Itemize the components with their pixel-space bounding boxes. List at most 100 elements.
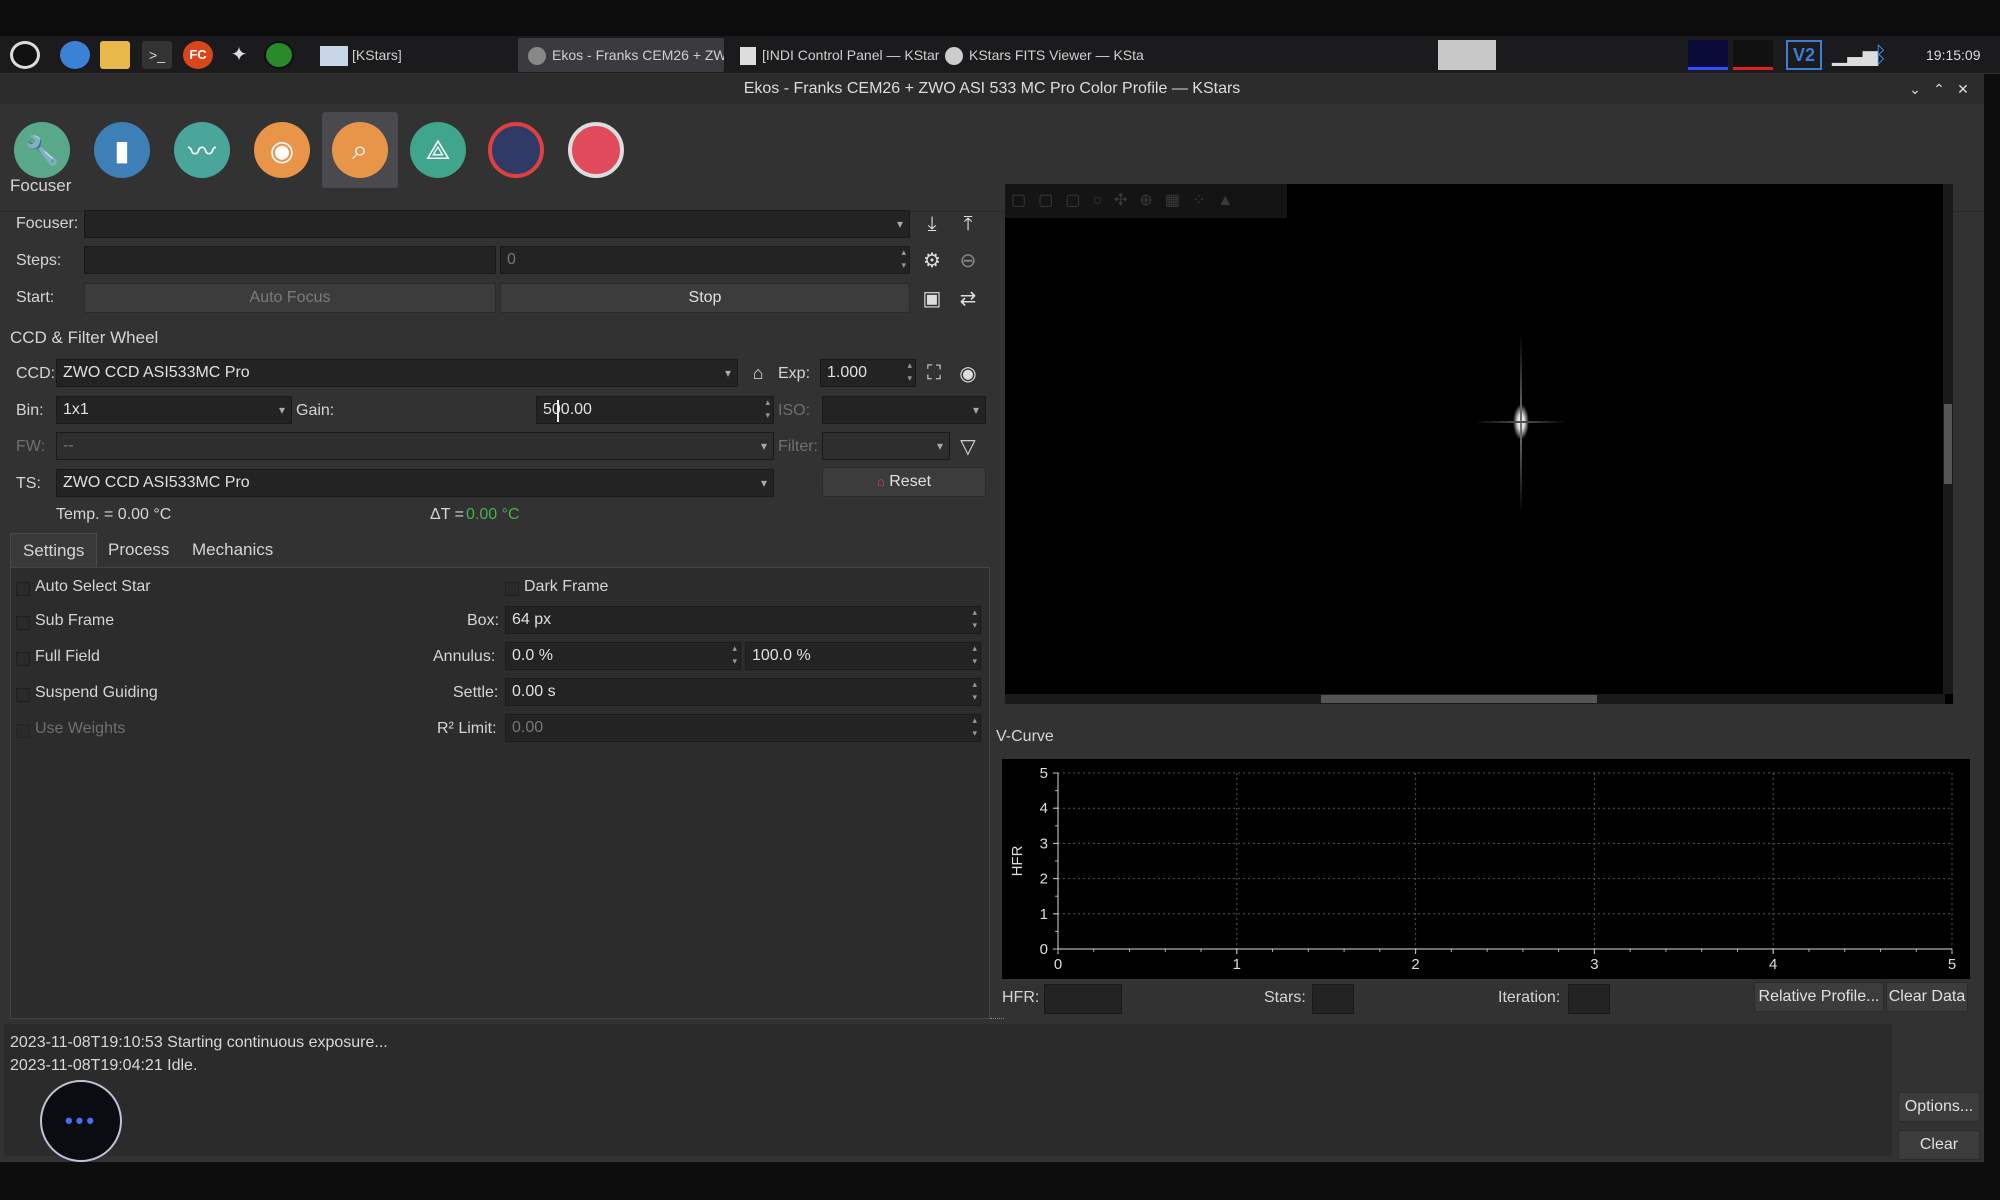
stop-circle-icon[interactable]: ⊖ [952,244,984,276]
use-weights-checkbox[interactable] [16,724,30,738]
focus-in-icon[interactable]: ⤓ [916,208,948,240]
iso-label: ISO: [778,402,811,419]
ts-label: TS: [16,475,41,492]
clock: 19:15:09 [1926,47,1981,63]
vcurve-plot: 0 1 2 3 4 5 0 1 2 3 4 5 HFR [1009,765,1956,973]
wrench-icon: 🔧 [14,122,70,178]
temp-source-combo[interactable]: ZWO CCD ASI533MC Pro [56,469,774,497]
settle-input[interactable]: 0.00 s [505,678,981,706]
module-align[interactable] [478,112,554,188]
annulus-min-input[interactable]: 0.0 % [505,642,741,670]
options-button[interactable]: Options... [1898,1092,1980,1122]
clear-data-button[interactable]: Clear Data [1886,982,1968,1012]
iteration-label: Iteration: [1498,989,1561,1006]
module-focus[interactable]: ⌕ [322,112,398,188]
module-analyze[interactable]: 〰 [164,112,240,188]
ccd-combo[interactable]: ZWO CCD ASI533MC Pro [56,359,738,387]
dark-frame-checkbox[interactable] [505,582,519,596]
full-field-checkbox[interactable] [16,652,30,666]
scrollbar-thumb[interactable] [1944,404,1952,484]
exposure-input[interactable]: 1.000 [820,359,916,387]
gear-icon[interactable]: ⚙ [916,244,948,276]
reset-icon: ⌂ [876,474,885,489]
magnifier-icon: ⌕ [332,122,388,178]
gain-input[interactable]: 500.00 [536,396,774,424]
desktop-pager[interactable] [1438,40,1496,70]
scrollbar-thumb[interactable] [1321,695,1597,703]
steps-input[interactable]: 0 [500,246,910,274]
filter-label: Filter: [778,438,818,455]
y-axis-label: HFR [1009,845,1026,876]
telescope-icon: ⟁ [410,122,466,178]
cpu-monitor [1688,40,1728,70]
steps-slider-field[interactable] [84,246,496,274]
module-scheduler[interactable]: ▮ [84,112,160,188]
phd2-icon[interactable] [264,41,294,69]
minimize-icon[interactable]: ⌄ [1904,74,1926,104]
filter-wheel-combo[interactable]: -- [56,432,774,460]
indi-icon [740,47,756,66]
bluetooth-icon[interactable]: ᛒ [1874,40,1894,70]
raspberry-menu-icon[interactable] [10,41,40,69]
ccd-settings-icon[interactable]: ⌂ [742,357,774,389]
task-indi-control-panel[interactable]: [INDI Control Panel — KStar... [730,38,940,72]
firecapture-icon[interactable]: FC [183,41,213,69]
file-manager-icon[interactable] [100,41,130,69]
box-input[interactable]: 64 px [505,606,981,634]
tab-settings[interactable]: Settings [10,533,98,567]
y-tick-label: 5 [1040,765,1048,782]
horizontal-scrollbar[interactable] [1005,694,1945,704]
splitter-handle[interactable] [990,1018,1004,1022]
window-titlebar: Ekos - Franks CEM26 + ZWO ASI 533 MC Pro… [0,74,1984,104]
loop-icon[interactable]: ⇄ [952,282,984,314]
focus-out-icon[interactable]: ⤒ [952,208,984,240]
star-spike-vertical [1520,334,1522,514]
auto-select-star-checkbox[interactable] [16,582,30,596]
network-icon[interactable]: ▁▃▅ [1832,40,1878,70]
module-capture[interactable]: ◉ [244,112,320,188]
clear-log-button[interactable]: Clear [1898,1130,1980,1160]
module-mount[interactable]: ⟁ [400,112,476,188]
task-fits-viewer[interactable]: KStars FITS Viewer — KSta... [935,38,1145,72]
star-spike-horizontal [1475,421,1567,423]
vnc-icon[interactable]: V2 [1786,40,1822,70]
tab-process[interactable]: Process [96,533,181,567]
close-icon[interactable]: ✕ [1952,74,1974,104]
y-tick-label: 0 [1040,941,1048,958]
settings-panel: Auto Select Star Sub Frame Full Field Su… [10,567,990,1019]
module-guide[interactable] [558,112,634,188]
vcurve-chart[interactable]: 0 1 2 3 4 5 0 1 2 3 4 5 HFR [1002,759,1970,979]
focuser-combo[interactable] [84,210,910,238]
reset-button[interactable]: ⌂ Reset [822,467,986,497]
vertical-scrollbar[interactable] [1943,184,1953,694]
x-tick-label: 0 [1054,956,1062,973]
eye-icon[interactable]: ◉ [952,357,984,389]
relative-profile-button[interactable]: Relative Profile... [1754,982,1884,1012]
fits-image-view[interactable]: ▢▢▢○✣⊕▦⁘▲ [1005,184,1953,704]
task-kstars[interactable]: [KStars] [310,38,510,72]
temp-monitor [1733,40,1773,70]
fullscreen-icon[interactable]: ⛶ [918,357,950,389]
kstars-icon [528,47,546,66]
sub-frame-checkbox[interactable] [16,616,30,630]
r2-limit-input[interactable]: 0.00 [505,714,981,742]
stop-button[interactable]: Stop [500,283,910,313]
terminal-icon[interactable]: >_ [142,41,172,69]
filter-combo[interactable] [822,432,950,460]
telescope-icon[interactable]: ✦ [224,41,254,69]
iso-combo[interactable] [822,396,986,424]
maximize-icon[interactable]: ⌃ [1928,74,1950,104]
filter-icon[interactable]: ▽ [952,430,984,462]
bin-combo[interactable]: 1x1 [56,396,292,424]
auto-focus-button[interactable]: Auto Focus [84,283,496,313]
more-options-bubble[interactable]: ••• [40,1080,122,1162]
tab-mechanics[interactable]: Mechanics [180,533,285,567]
hfr-output [1044,984,1122,1014]
task-ekos[interactable]: Ekos - Franks CEM26 + ZW... [518,38,724,72]
stars-output [1312,984,1354,1014]
suspend-guiding-checkbox[interactable] [16,688,30,702]
camera-icon: ◉ [254,122,310,178]
annulus-max-input[interactable]: 100.0 % [745,642,981,670]
capture-frame-icon[interactable]: ▣ [916,282,948,314]
browser-icon[interactable] [60,41,90,69]
